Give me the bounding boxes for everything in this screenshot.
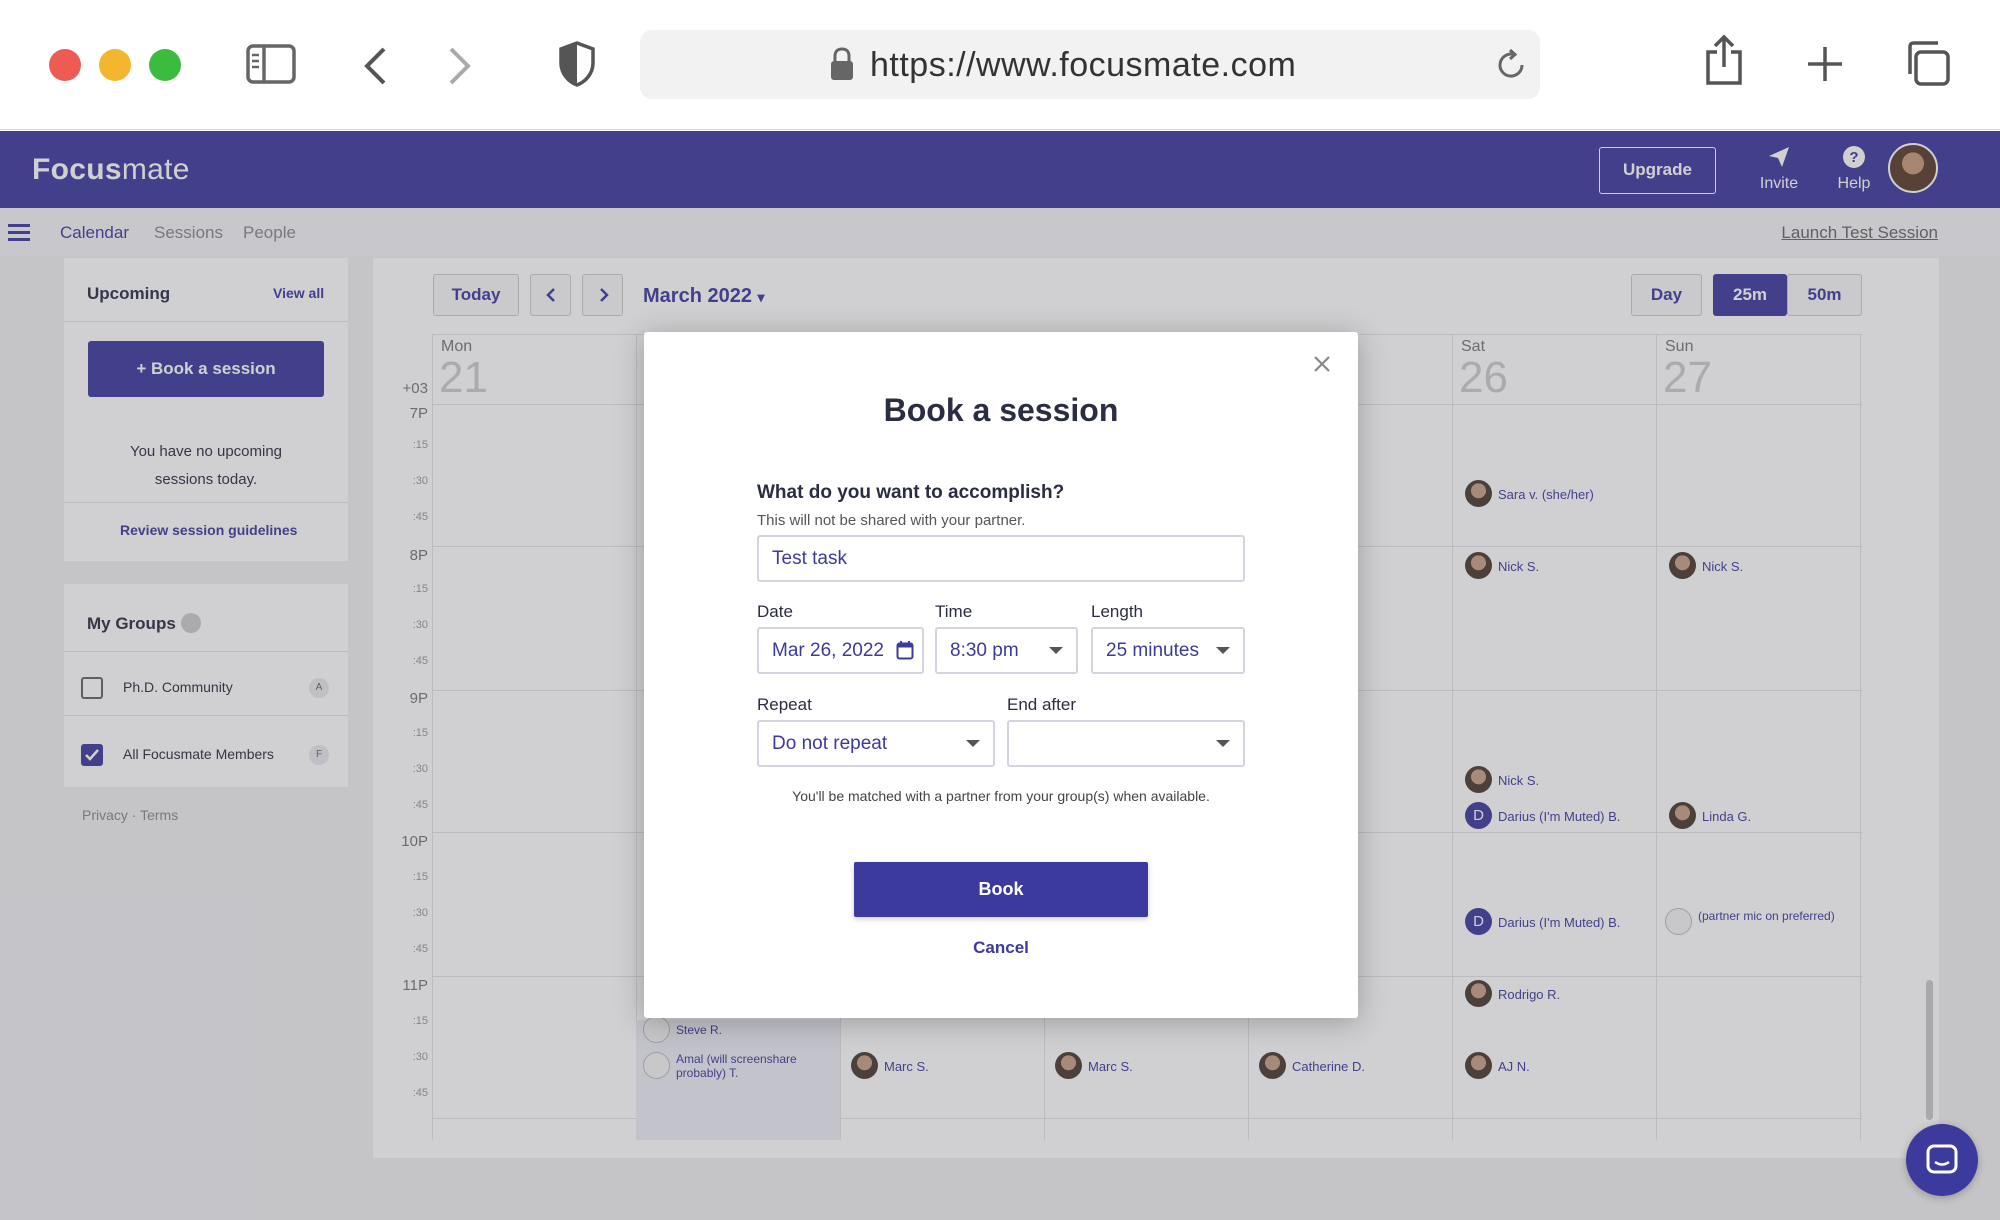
task-question: What do you want to accomplish? [757, 482, 1065, 503]
calendar-icon [896, 640, 914, 660]
cancel-button[interactable]: Cancel [644, 938, 1358, 958]
close-icon[interactable] [1312, 354, 1332, 374]
lock-icon [830, 47, 854, 81]
date-label: Date [757, 602, 793, 621]
address-bar[interactable]: https://www.focusmate.com [640, 30, 1540, 99]
share-icon[interactable] [1704, 34, 1744, 86]
repeat-select[interactable]: Do not repeat [757, 720, 995, 767]
maximize-window-button[interactable] [149, 49, 181, 81]
shield-icon[interactable] [558, 41, 596, 87]
chat-launcher-button[interactable] [1906, 1124, 1978, 1196]
book-session-modal: Book a session What do you want to accom… [644, 332, 1358, 1018]
length-select[interactable]: 25 minutes [1091, 627, 1245, 674]
chat-icon [1926, 1144, 1958, 1174]
book-button[interactable]: Book [854, 862, 1148, 917]
end-after-label: End after [1007, 695, 1076, 714]
close-window-button[interactable] [49, 49, 81, 81]
chevron-down-icon [1049, 647, 1063, 654]
end-after-select[interactable] [1007, 720, 1245, 767]
new-tab-plus-icon[interactable] [1806, 45, 1844, 83]
tabs-overview-icon[interactable] [1904, 40, 1950, 86]
chevron-down-icon [1216, 647, 1230, 654]
chevron-down-icon [966, 740, 980, 747]
chevron-down-icon [1216, 740, 1230, 747]
task-question-subtext: This will not be shared with your partne… [757, 512, 1026, 529]
time-select[interactable]: 8:30 pm [935, 627, 1078, 674]
repeat-label: Repeat [757, 695, 812, 714]
matching-note: You'll be matched with a partner from yo… [792, 788, 1210, 804]
task-input[interactable]: Test task [757, 535, 1245, 582]
modal-title: Book a session [883, 392, 1119, 428]
browser-toolbar: https://www.focusmate.com [0, 0, 2000, 130]
reload-icon[interactable] [1494, 48, 1528, 82]
forward-arrow-icon[interactable] [447, 46, 473, 86]
minimize-window-button[interactable] [99, 49, 131, 81]
time-label: Time [935, 602, 973, 621]
back-arrow-icon[interactable] [362, 46, 388, 86]
length-label: Length [1091, 602, 1143, 621]
url-text: https://www.focusmate.com [870, 46, 1297, 84]
sidebar-toggle-icon[interactable] [246, 44, 296, 84]
date-picker[interactable]: Mar 26, 2022 [757, 627, 924, 674]
